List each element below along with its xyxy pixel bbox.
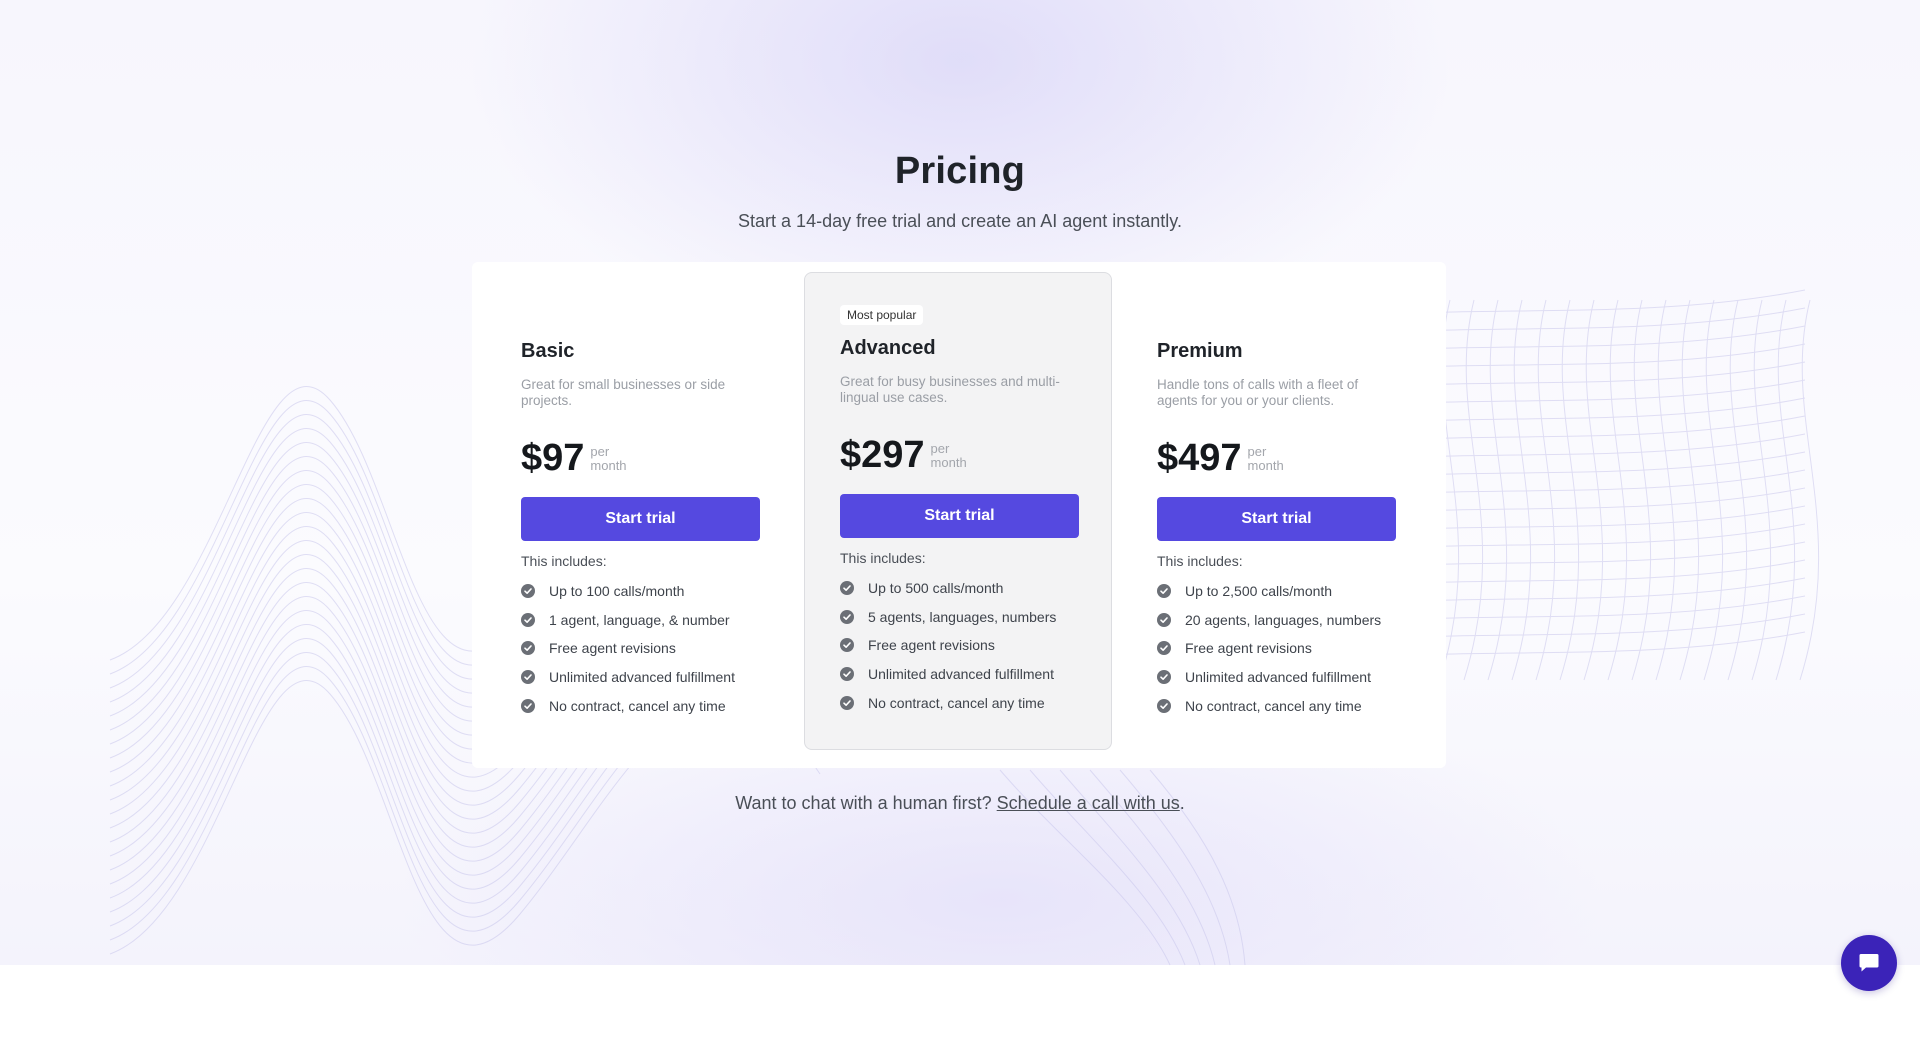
price-period-line2: month <box>1247 458 1284 473</box>
feature-list: Up to 2,500 calls/month 20 agents, langu… <box>1157 577 1397 720</box>
feature-text: Free agent revisions <box>1185 640 1312 657</box>
feature-list: Up to 100 calls/month 1 agent, language,… <box>521 577 761 720</box>
plan-price: $297 <box>840 434 925 476</box>
feature-item: 5 agents, languages, numbers <box>840 603 1080 632</box>
feature-item: Free agent revisions <box>1157 634 1397 663</box>
check-circle-icon <box>1157 670 1171 685</box>
feature-text: Unlimited advanced fulfillment <box>868 666 1054 683</box>
includes-label: This includes: <box>840 550 926 566</box>
check-circle-icon <box>1157 612 1171 627</box>
feature-item: Unlimited advanced fulfillment <box>1157 663 1397 692</box>
feature-text: Up to 2,500 calls/month <box>1185 583 1333 600</box>
plan-name: Premium <box>1157 340 1243 362</box>
check-circle-icon <box>840 609 854 624</box>
feature-item: 20 agents, languages, numbers <box>1157 606 1397 635</box>
feature-text: No contract, cancel any time <box>1185 697 1362 714</box>
feature-item: No contract, cancel any time <box>1157 691 1397 720</box>
feature-item: Up to 100 calls/month <box>521 577 761 606</box>
start-trial-button-premium[interactable]: Start trial <box>1157 497 1396 541</box>
page-subtitle: Start a 14-day free trial and create an … <box>738 211 1182 231</box>
start-trial-button-basic[interactable]: Start trial <box>521 497 760 541</box>
includes-label: This includes: <box>1157 553 1243 569</box>
plan-description: Great for small businesses or side proje… <box>521 377 726 408</box>
check-circle-icon <box>521 584 535 599</box>
feature-item: No contract, cancel any time <box>521 691 761 720</box>
price-row: $297 per month <box>840 436 1080 474</box>
price-period-line1: per <box>590 444 610 459</box>
plan-card-basic: Basic Great for small businesses or side… <box>521 340 761 720</box>
check-circle-icon <box>1157 698 1171 713</box>
price-period: per month <box>931 442 967 474</box>
price-period-line2: month <box>930 455 967 470</box>
feature-item: Up to 2,500 calls/month <box>1157 577 1397 606</box>
check-circle-icon <box>521 698 535 713</box>
feature-item: 1 agent, language, & number <box>521 606 761 635</box>
feature-item: Free agent revisions <box>521 634 761 663</box>
background-bottom <box>0 965 1920 1042</box>
check-circle-icon <box>521 641 535 656</box>
price-row: $497 per month <box>1157 439 1397 477</box>
feature-item: No contract, cancel any time <box>840 688 1080 717</box>
check-circle-icon <box>840 638 854 653</box>
check-circle-icon <box>840 695 854 710</box>
plan-card-premium: Premium Handle tons of calls with a flee… <box>1157 340 1397 720</box>
price-period-line1: per <box>1247 444 1267 459</box>
plan-name: Advanced <box>840 337 936 359</box>
check-circle-icon <box>521 670 535 685</box>
pricing-header: Pricing Start a 14-day free trial and cr… <box>0 150 1920 232</box>
feature-text: Unlimited advanced fulfillment <box>1185 669 1371 686</box>
schedule-call-link[interactable]: Schedule a call with us <box>997 793 1180 813</box>
feature-text: Free agent revisions <box>549 640 676 657</box>
feature-item: Up to 500 calls/month <box>840 574 1080 603</box>
feature-text: 1 agent, language, & number <box>549 611 730 628</box>
feature-item: Unlimited advanced fulfillment <box>521 663 761 692</box>
feature-item: Unlimited advanced fulfillment <box>840 660 1080 689</box>
plan-price: $97 <box>521 437 585 479</box>
price-period: per month <box>1248 445 1284 477</box>
footer-prefix: Want to chat with a human first? <box>735 793 992 813</box>
feature-text: 20 agents, languages, numbers <box>1185 611 1382 628</box>
most-popular-badge: Most popular <box>840 305 924 325</box>
check-circle-icon <box>1157 584 1171 599</box>
feature-list: Up to 500 calls/month 5 agents, language… <box>840 574 1080 717</box>
feature-text: 5 agents, languages, numbers <box>868 608 1057 625</box>
page-title: Pricing <box>894 150 1026 192</box>
feature-text: Up to 500 calls/month <box>868 580 1004 597</box>
price-period-line1: per <box>930 441 950 456</box>
plan-name: Basic <box>521 340 575 362</box>
price-period: per month <box>590 445 626 477</box>
price-period-line2: month <box>590 458 627 473</box>
chat-widget-button[interactable] <box>1841 935 1897 991</box>
plan-description: Great for busy businesses and multi-ling… <box>840 374 1060 405</box>
plan-description: Handle tons of calls with a fleet of age… <box>1157 377 1359 408</box>
chat-bubble-icon <box>1859 954 1879 972</box>
check-circle-icon <box>1157 641 1171 656</box>
feature-text: No contract, cancel any time <box>549 697 726 714</box>
plan-price: $497 <box>1157 437 1242 479</box>
price-row: $97 per month <box>521 439 761 477</box>
plan-card-advanced: Advanced Great for busy businesses and m… <box>840 337 1080 717</box>
pricing-page: Pricing Start a 14-day free trial and cr… <box>0 0 1920 1042</box>
feature-item: Free agent revisions <box>840 631 1080 660</box>
check-circle-icon <box>521 612 535 627</box>
feature-text: Free agent revisions <box>868 637 995 654</box>
check-circle-icon <box>840 667 854 682</box>
feature-text: No contract, cancel any time <box>868 694 1045 711</box>
includes-label: This includes: <box>521 553 607 569</box>
start-trial-button-advanced[interactable]: Start trial <box>840 494 1079 538</box>
footer-note: Want to chat with a human first? Schedul… <box>0 793 1920 814</box>
footer-suffix: . <box>1179 793 1185 813</box>
check-circle-icon <box>840 581 854 596</box>
feature-text: Up to 100 calls/month <box>549 583 685 600</box>
feature-text: Unlimited advanced fulfillment <box>549 669 735 686</box>
